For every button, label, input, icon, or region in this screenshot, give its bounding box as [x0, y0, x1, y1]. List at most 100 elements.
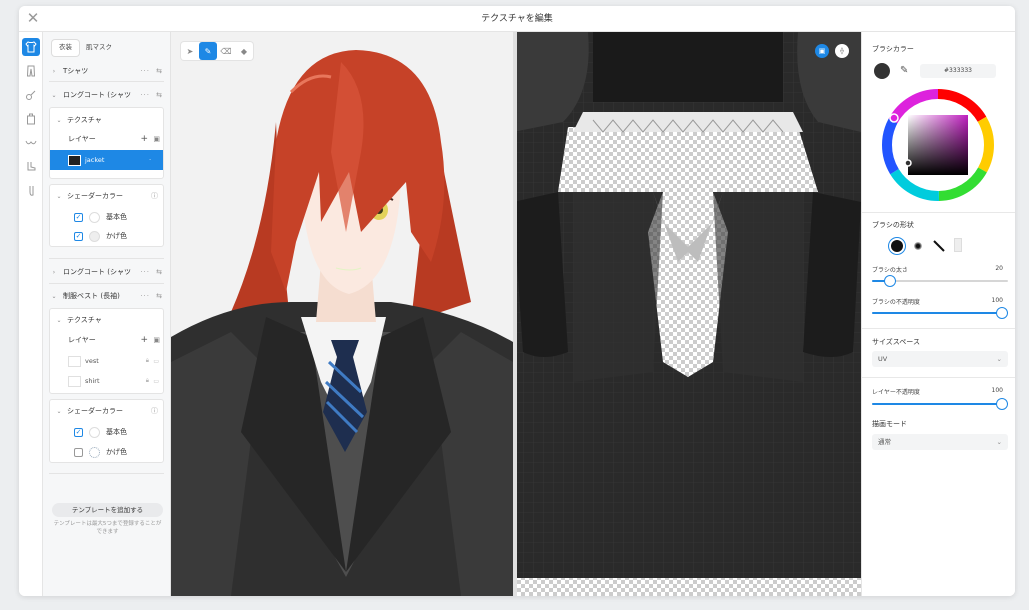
accessory-icon[interactable] — [22, 86, 40, 104]
group-row-longcoat-2[interactable]: › ロングコート (シャツ ··· ⇆ — [49, 264, 164, 280]
layer-opacity-slider[interactable] — [872, 398, 1008, 410]
group-row-longcoat[interactable]: ⌄ ロングコート (シャツ ··· ⇆ — [49, 87, 164, 103]
brush-size-value: 20 — [995, 265, 1003, 272]
add-template-button[interactable]: テンプレートを追加する — [52, 503, 163, 517]
group-row-tshirt[interactable]: › Tシャツ ··· ⇆ — [49, 63, 164, 79]
chevron-down-icon[interactable]: ⌄ — [54, 408, 64, 415]
image-icon[interactable]: ▣ — [153, 336, 160, 344]
layer-label: レイヤー — [68, 135, 96, 143]
help-icon[interactable]: ⓘ — [151, 406, 158, 416]
color-wheel[interactable] — [880, 87, 996, 203]
layer-item-jacket[interactable]: jacket · — [50, 150, 163, 170]
layer-name: shirt — [85, 377, 100, 385]
shade-color-swatch[interactable] — [89, 230, 100, 242]
chevron-down-icon[interactable]: ⌄ — [54, 117, 64, 124]
shader-header[interactable]: ⌄ シェーダーカラー ⓘ — [54, 188, 160, 204]
select-cursor-icon[interactable]: ➤ — [181, 42, 199, 60]
brush-shape-round-hard[interactable] — [888, 237, 906, 255]
blend-mode-label: 描画モード — [872, 420, 907, 428]
base-color-checkbox[interactable]: ✓ — [74, 212, 83, 222]
slider-knob[interactable] — [884, 275, 896, 287]
layer-item-shirt[interactable]: shirt 🔒︎ ▭ — [50, 371, 163, 391]
more-icon[interactable]: ··· — [140, 91, 150, 99]
layer-item-vest[interactable]: vest 🔒︎ ▭ — [50, 351, 163, 371]
slider-knob[interactable] — [996, 398, 1008, 410]
size-space-value: UV — [878, 355, 888, 363]
base-color-swatch[interactable] — [89, 211, 100, 223]
swap-icon[interactable]: ⇆ — [156, 91, 162, 99]
tab-clothing[interactable]: 衣装 — [52, 40, 79, 56]
sock-icon[interactable] — [22, 182, 40, 200]
layer-thumbnail — [68, 375, 81, 387]
chevron-down-icon[interactable]: ⌄ — [54, 317, 64, 324]
chevron-right-icon[interactable]: › — [49, 68, 59, 75]
slider-knob[interactable] — [996, 307, 1008, 319]
folder-icon[interactable]: ▭ — [153, 378, 159, 385]
brush-shape-flat[interactable] — [954, 238, 962, 252]
brush-size-label: ブラシの太さ — [872, 267, 908, 274]
group-name: ロングコート (シャツ — [63, 268, 131, 276]
shade-color-checkbox[interactable] — [74, 447, 83, 457]
uv-layer-toggle-icon[interactable]: ▣ — [815, 44, 829, 58]
swap-icon[interactable]: ⇆ — [156, 67, 162, 75]
layer-opacity-value: 100 — [991, 387, 1003, 394]
fill-bucket-icon[interactable]: ◆ — [235, 42, 253, 60]
help-icon[interactable]: ⓘ — [151, 191, 158, 201]
layer-panel: 衣装 肌マスク › Tシャツ ··· ⇆ ⌄ ロングコート (シャツ ··· ⇆… — [43, 32, 171, 596]
more-icon[interactable]: · — [149, 157, 151, 164]
brush-shape-line[interactable] — [932, 239, 946, 253]
more-icon[interactable]: ··· — [140, 67, 150, 75]
swap-icon[interactable]: ⇆ — [156, 292, 162, 300]
texture-header[interactable]: ⌄ テクスチャ — [54, 112, 160, 128]
shader-header[interactable]: ⌄ シェーダーカラー ⓘ — [54, 403, 160, 419]
brush-color-hex-input[interactable]: #333333 — [920, 64, 996, 78]
layer-header: レイヤー + ▣ — [68, 332, 160, 348]
swap-icon[interactable]: ⇆ — [156, 268, 162, 276]
texture-editor-window: ✕ テクスチャを編集 衣装 肌マスク › Tシャツ ··· ⇆ ⌄ ロングコート… — [19, 6, 1015, 596]
more-icon[interactable]: ··· — [140, 292, 150, 300]
bag-icon[interactable] — [22, 110, 40, 128]
folder-icon[interactable]: ▭ — [153, 358, 159, 365]
size-space-select[interactable]: UV ⌄ — [872, 351, 1008, 367]
uv-mirror-icon[interactable]: ⟠ — [835, 44, 849, 58]
eraser-icon[interactable]: ⌫ — [217, 42, 235, 60]
avatar-3d-viewport[interactable]: ➤ ✎ ⌫ ◆ — [171, 32, 513, 596]
shader-color-label: シェーダーカラー — [67, 407, 123, 415]
add-layer-icon[interactable]: + — [140, 335, 148, 345]
lock-icon[interactable]: 🔒︎ — [146, 377, 149, 385]
brush-settings-panel: ブラシカラー ✎ #333333 ブラシの形状 ブラシの太さ 20 ブラシの不透… — [861, 32, 1015, 596]
pants-icon[interactable] — [22, 62, 40, 80]
brush-color-swatch[interactable] — [874, 63, 890, 79]
brush-opacity-slider[interactable] — [872, 307, 1008, 319]
texture-header[interactable]: ⌄ テクスチャ — [54, 312, 160, 328]
chevron-down-icon: ⌄ — [996, 355, 1002, 363]
brush-icon[interactable]: ✎ — [199, 42, 217, 60]
chevron-down-icon[interactable]: ⌄ — [49, 92, 59, 99]
group-row-vest[interactable]: ⌄ 制服ベスト (長袖) ··· ⇆ — [49, 288, 164, 304]
blend-mode-select[interactable]: 通常 ⌄ — [872, 434, 1008, 450]
bra-icon[interactable] — [22, 134, 40, 152]
shade-color-checkbox[interactable]: ✓ — [74, 231, 83, 241]
template-note: テンプレートは最大5つまで登録することができます — [53, 521, 162, 535]
chevron-down-icon[interactable]: ⌄ — [54, 193, 64, 200]
more-icon[interactable]: ··· — [140, 268, 150, 276]
uv-texture-view[interactable]: ▣ ⟠ — [513, 32, 861, 596]
chevron-right-icon[interactable]: › — [49, 269, 59, 276]
avatar-render — [171, 50, 513, 596]
base-color-checkbox[interactable]: ✓ — [74, 427, 83, 437]
group-name: Tシャツ — [63, 67, 89, 75]
shade-color-swatch[interactable] — [89, 446, 100, 458]
tab-skin-mask[interactable]: 肌マスク — [79, 40, 119, 56]
add-layer-icon[interactable]: + — [140, 134, 148, 144]
lock-icon[interactable]: 🔒︎ — [146, 357, 149, 365]
shoe-icon[interactable] — [22, 158, 40, 176]
eyedropper-icon[interactable]: ✎ — [900, 64, 914, 78]
brush-size-slider[interactable] — [872, 275, 1008, 287]
shade-color-row: かげ色 — [74, 444, 127, 460]
layer-opacity-label: レイヤー不透明度 — [872, 389, 920, 396]
chevron-down-icon[interactable]: ⌄ — [49, 293, 59, 300]
tshirt-icon[interactable] — [22, 38, 40, 56]
brush-shape-round-soft[interactable] — [914, 242, 922, 250]
image-icon[interactable]: ▣ — [153, 135, 160, 143]
base-color-swatch[interactable] — [89, 426, 100, 438]
